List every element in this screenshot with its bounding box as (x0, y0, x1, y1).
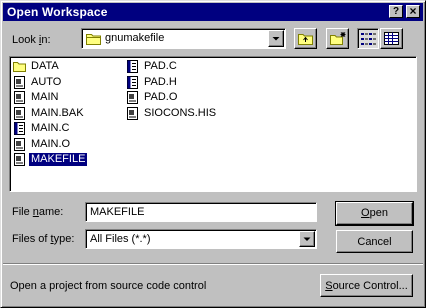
file-type-dropdown-button[interactable] (299, 231, 315, 247)
look-in-combo[interactable]: gnumakefile (81, 28, 286, 49)
file-item-label: AUTO (31, 75, 62, 88)
look-in-value: gnumakefile (105, 32, 165, 44)
source-file-icon (126, 60, 139, 73)
open-button[interactable]: Open (335, 201, 414, 226)
file-type-label: Files of type: (12, 233, 75, 245)
document-icon (13, 75, 26, 89)
file-item-label: MAIN (31, 91, 59, 103)
source-file-icon (126, 75, 139, 89)
chevron-down-icon (272, 37, 280, 41)
details-view-button[interactable] (380, 28, 403, 49)
create-new-folder-button[interactable] (326, 28, 349, 49)
source-file-icon (13, 122, 26, 135)
look-in-label: Look in: (12, 34, 51, 46)
document-icon (126, 91, 139, 104)
status-text: Open a project from source code control (10, 280, 207, 292)
file-name-label: File name: (12, 206, 64, 218)
look-in-dropdown-button[interactable] (268, 30, 284, 47)
file-item-label: MAIN.BAK (31, 106, 84, 119)
divider (3, 263, 423, 265)
chevron-down-icon (303, 237, 311, 241)
close-button[interactable]: × (406, 5, 420, 18)
file-type-value: All Files (*.*) (90, 233, 151, 245)
source-control-button[interactable]: Source Control... (320, 274, 413, 297)
file-item-label: MAKEFILE (29, 153, 88, 166)
file-name-value: MAKEFILE (90, 206, 145, 218)
file-name-input[interactable]: MAKEFILE (85, 202, 317, 222)
document-icon (126, 106, 139, 120)
file-item-label: MAIN.C (31, 122, 70, 134)
new-folder-icon (330, 32, 346, 45)
up-folder-icon (298, 34, 313, 45)
list-view-button[interactable] (357, 28, 379, 49)
folder-open-icon (86, 34, 101, 45)
up-one-level-button[interactable] (294, 28, 317, 49)
document-icon (13, 106, 26, 120)
open-workspace-dialog: Open Workspace ? × Look in: gnumakefile (0, 0, 426, 308)
document-icon (13, 137, 26, 151)
document-icon (13, 91, 26, 104)
title-bar[interactable]: Open Workspace ? × (3, 3, 423, 21)
file-item-label: PAD.H (144, 75, 177, 88)
folder-icon (13, 60, 26, 73)
list-view-icon (361, 33, 376, 45)
details-view-icon (384, 32, 399, 45)
cancel-button[interactable]: Cancel (336, 230, 413, 253)
help-button[interactable]: ? (389, 5, 403, 18)
file-list[interactable]: DATA AUTO MAIN MAIN.BAK MAIN.C MAIN.O MAKEFILE… (9, 56, 417, 192)
file-item-label: MAIN.O (31, 137, 71, 150)
file-type-select[interactable]: All Files (*.*) (85, 229, 317, 249)
file-item-label: DATA (31, 60, 59, 72)
document-icon (13, 153, 26, 166)
window-title: Open Workspace (7, 5, 108, 19)
file-item-label: SIOCONS.HIS (144, 106, 217, 119)
file-item-label: PAD.O (144, 91, 178, 103)
file-item-label: PAD.C (144, 60, 177, 72)
